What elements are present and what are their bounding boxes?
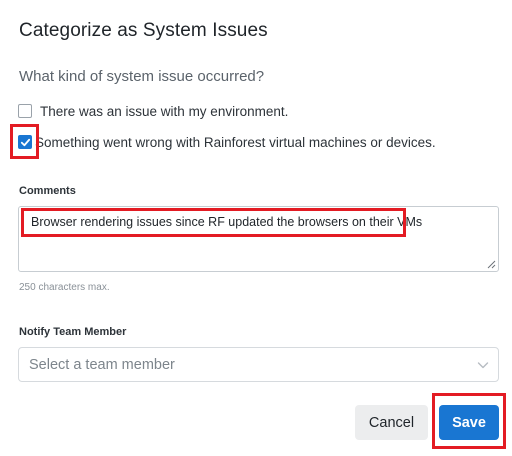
chevron-down-icon [477,361,489,368]
team-member-placeholder: Select a team member [29,356,175,373]
option-environment-issue[interactable]: There was an issue with my environment. [18,102,288,120]
option-environment-label: There was an issue with my environment. [40,103,289,119]
team-member-select[interactable]: Select a team member [18,347,499,382]
cancel-button[interactable]: Cancel [355,405,428,440]
dialog-title: Categorize as System Issues [19,20,268,41]
option-vm-issue[interactable]: Something went wrong with Rainforest vir… [18,133,436,151]
comments-label: Comments [19,185,76,197]
resize-grip-icon[interactable] [486,259,496,269]
comments-text: Browser rendering issues since RF update… [31,215,423,229]
save-button[interactable]: Save [439,405,499,440]
checkbox-environment[interactable] [18,104,32,118]
notify-label: Notify Team Member [19,326,127,338]
check-icon [20,138,30,146]
checkbox-vm[interactable] [18,135,32,149]
comments-char-limit: 250 characters max. [19,282,110,293]
option-vm-label: Something went wrong with Rainforest vir… [35,134,436,150]
system-issue-question: What kind of system issue occurred? [19,68,265,85]
